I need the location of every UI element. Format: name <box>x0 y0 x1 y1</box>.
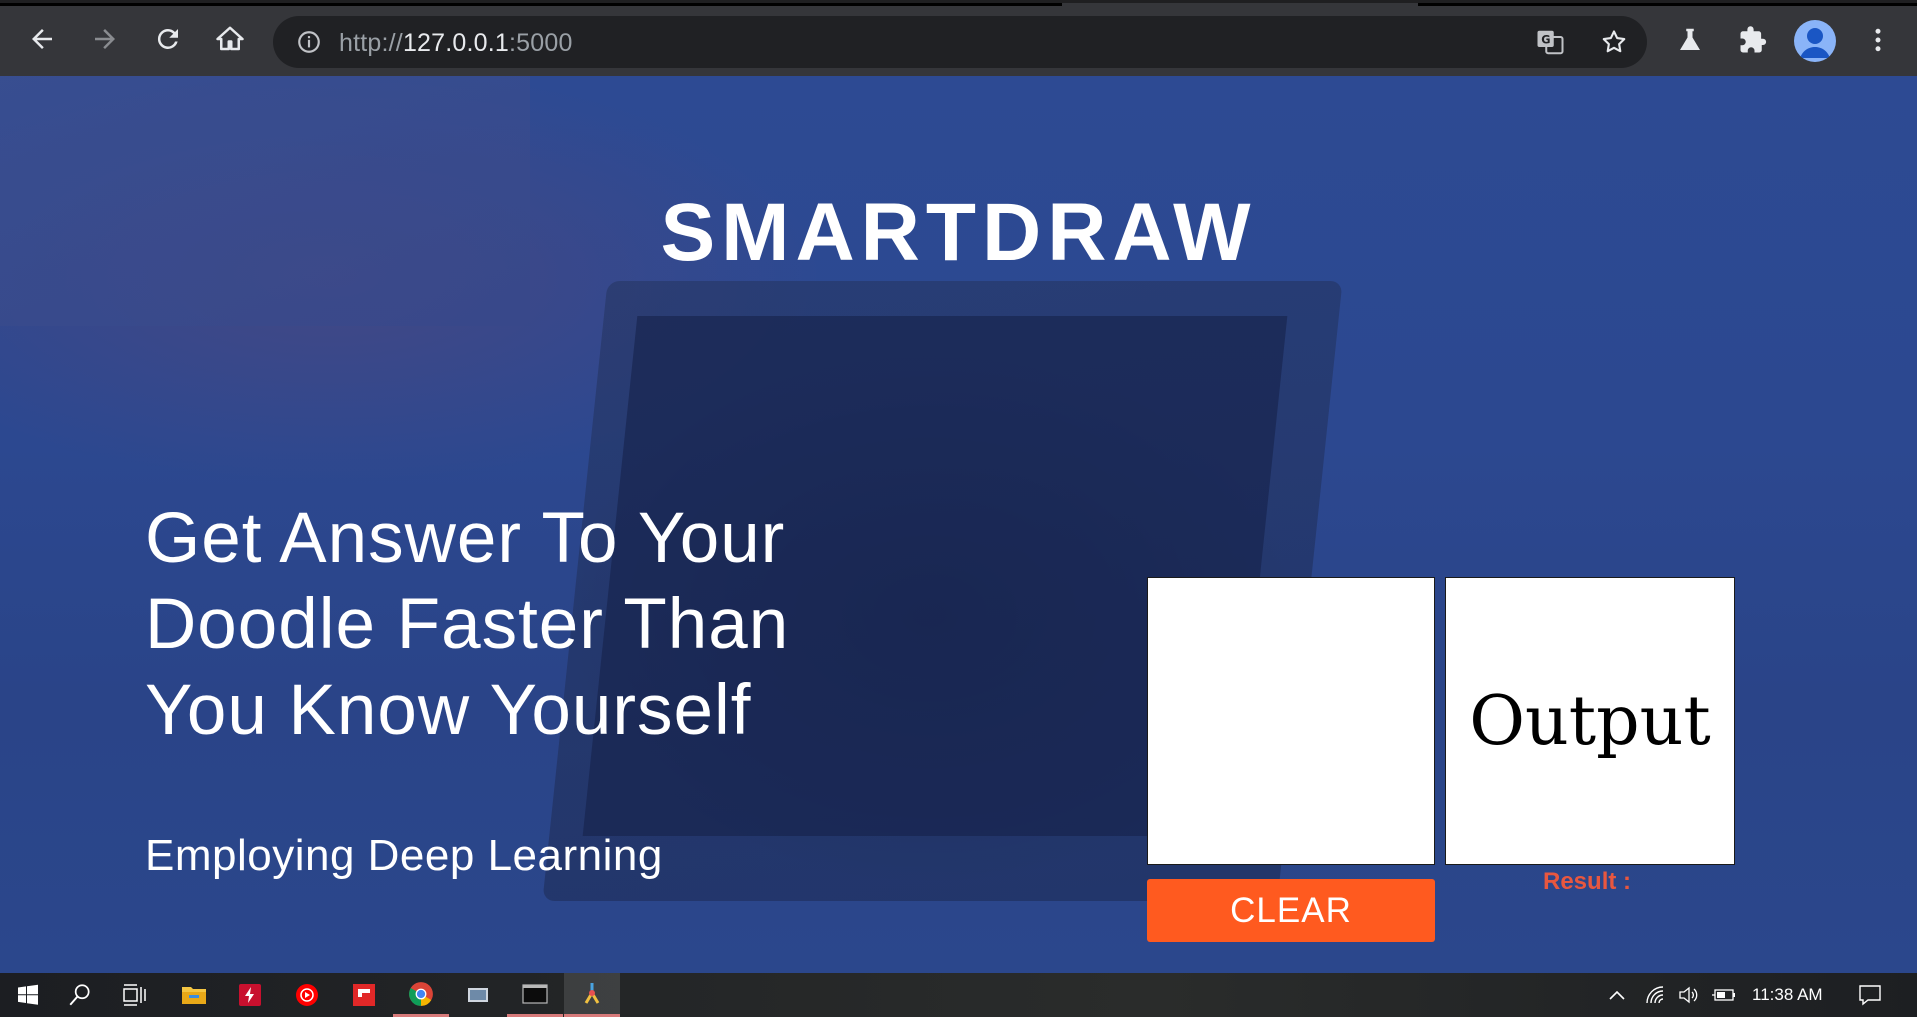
output-label: Output <box>1469 681 1711 761</box>
profile-avatar[interactable] <box>1794 20 1836 62</box>
tab-strip <box>1418 3 1917 6</box>
app-window-icon[interactable] <box>450 973 506 1017</box>
taskbar-clock[interactable]: 11:38 AM <box>1752 985 1823 1005</box>
wifi-icon[interactable] <box>1643 983 1669 1007</box>
url-text[interactable]: http://127.0.0.1:5000 <box>339 29 573 58</box>
translate-icon[interactable]: G <box>1532 24 1568 60</box>
url-scheme: http:// <box>339 29 403 57</box>
flipboard-icon[interactable] <box>336 973 392 1017</box>
windows-start-icon[interactable] <box>0 973 56 1017</box>
reload-icon[interactable] <box>148 19 188 59</box>
search-icon[interactable] <box>52 973 108 1017</box>
labs-flask-icon[interactable] <box>1669 19 1711 61</box>
tab-strip <box>0 3 1062 6</box>
file-explorer-icon[interactable] <box>166 973 222 1017</box>
youtube-music-icon[interactable] <box>279 973 335 1017</box>
output-box: Output <box>1445 577 1735 865</box>
extensions-puzzle-icon[interactable] <box>1732 19 1774 61</box>
hero-headline-line: Doodle Faster Than <box>145 585 790 664</box>
forward-icon[interactable] <box>85 19 125 59</box>
volume-icon[interactable] <box>1676 983 1702 1007</box>
address-bar[interactable]: http://127.0.0.1:5000 G <box>273 16 1647 68</box>
url-port: :5000 <box>509 29 573 57</box>
tray-chevron-up-icon[interactable] <box>1604 983 1630 1007</box>
chrome-icon[interactable] <box>393 973 449 1017</box>
hero-headline: Get Answer To Your Doodle Faster Than Yo… <box>145 496 945 754</box>
hero-headline-line: You Know Yourself <box>145 671 752 750</box>
result-label: Result : <box>1543 868 1632 895</box>
battery-icon[interactable] <box>1711 983 1737 1007</box>
browser-toolbar: http://127.0.0.1:5000 G <box>0 0 1917 76</box>
notification-center-icon[interactable] <box>1857 983 1883 1007</box>
info-icon[interactable] <box>291 24 327 60</box>
taskbar: 11:38 AM <box>0 973 1917 1017</box>
hero-headline-line: Get Answer To Your <box>145 499 786 578</box>
home-icon[interactable] <box>210 19 250 59</box>
hero-subline: Employing Deep Learning <box>145 831 663 880</box>
task-view-icon[interactable] <box>107 973 163 1017</box>
page-content: SMARTDRAW Get Answer To Your Doodle Fast… <box>0 76 1917 973</box>
terminal-icon[interactable] <box>507 973 563 1017</box>
clear-button[interactable]: CLEAR <box>1147 879 1435 942</box>
url-host: 127.0.0.1 <box>402 29 509 57</box>
bookmark-star-icon[interactable] <box>1596 24 1632 60</box>
brand-title: SMARTDRAW <box>660 187 1257 278</box>
menu-kebab-icon[interactable] <box>1857 19 1899 61</box>
drawing-canvas[interactable] <box>1147 577 1435 865</box>
app-flash-icon[interactable] <box>222 973 278 1017</box>
back-icon[interactable] <box>22 19 62 59</box>
svg-text:G: G <box>1541 33 1550 46</box>
python-app-icon[interactable] <box>564 973 620 1017</box>
